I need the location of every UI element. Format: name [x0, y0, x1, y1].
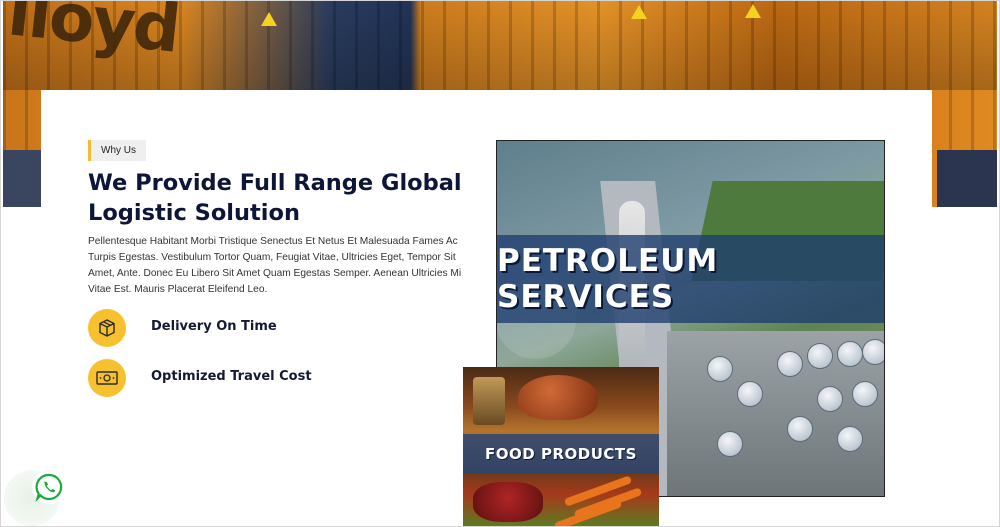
image-jar: [473, 377, 505, 425]
storage-tank: [707, 356, 733, 382]
storage-tank: [837, 341, 863, 367]
storage-tank: [777, 351, 803, 377]
food-banner: FOOD PRODUCTS: [463, 434, 659, 474]
section-title: We Provide Full Range Global Logistic So…: [88, 170, 462, 226]
feature-label: Delivery On Time: [151, 319, 277, 334]
whatsapp-icon: [35, 473, 63, 502]
storage-tank: [837, 426, 863, 452]
storage-tank: [852, 381, 878, 407]
petroleum-banner-title: PETROLEUM SERVICES: [497, 243, 719, 315]
storage-tank: [737, 381, 763, 407]
image-carrot: [553, 499, 623, 527]
image-vegetables: [473, 482, 543, 522]
food-banner-title: FOOD PRODUCTS: [485, 445, 637, 463]
hero-side-block: [3, 150, 43, 207]
section-badge: Why Us: [88, 140, 146, 161]
feature-label: Optimized Travel Cost: [151, 369, 312, 384]
money-bill-icon: [88, 359, 126, 397]
image-roast: [518, 375, 598, 420]
section-description: Pellentesque Habitant Morbi Tristique Se…: [88, 236, 462, 295]
petroleum-banner: PETROLEUM SERVICES: [497, 235, 884, 323]
warning-sticker-icon: [261, 12, 277, 26]
storage-tank: [817, 386, 843, 412]
warning-sticker-icon: [745, 4, 761, 18]
storage-tank: [787, 416, 813, 442]
warning-sticker-icon: [631, 5, 647, 19]
package-box-icon: [88, 309, 126, 347]
storage-tank: [862, 339, 884, 365]
storage-tank: [717, 431, 743, 457]
food-products-image: FOOD PRODUCTS: [463, 367, 659, 527]
storage-tank: [807, 343, 833, 369]
whatsapp-button[interactable]: [32, 470, 66, 504]
hero-side-block: [937, 150, 997, 207]
